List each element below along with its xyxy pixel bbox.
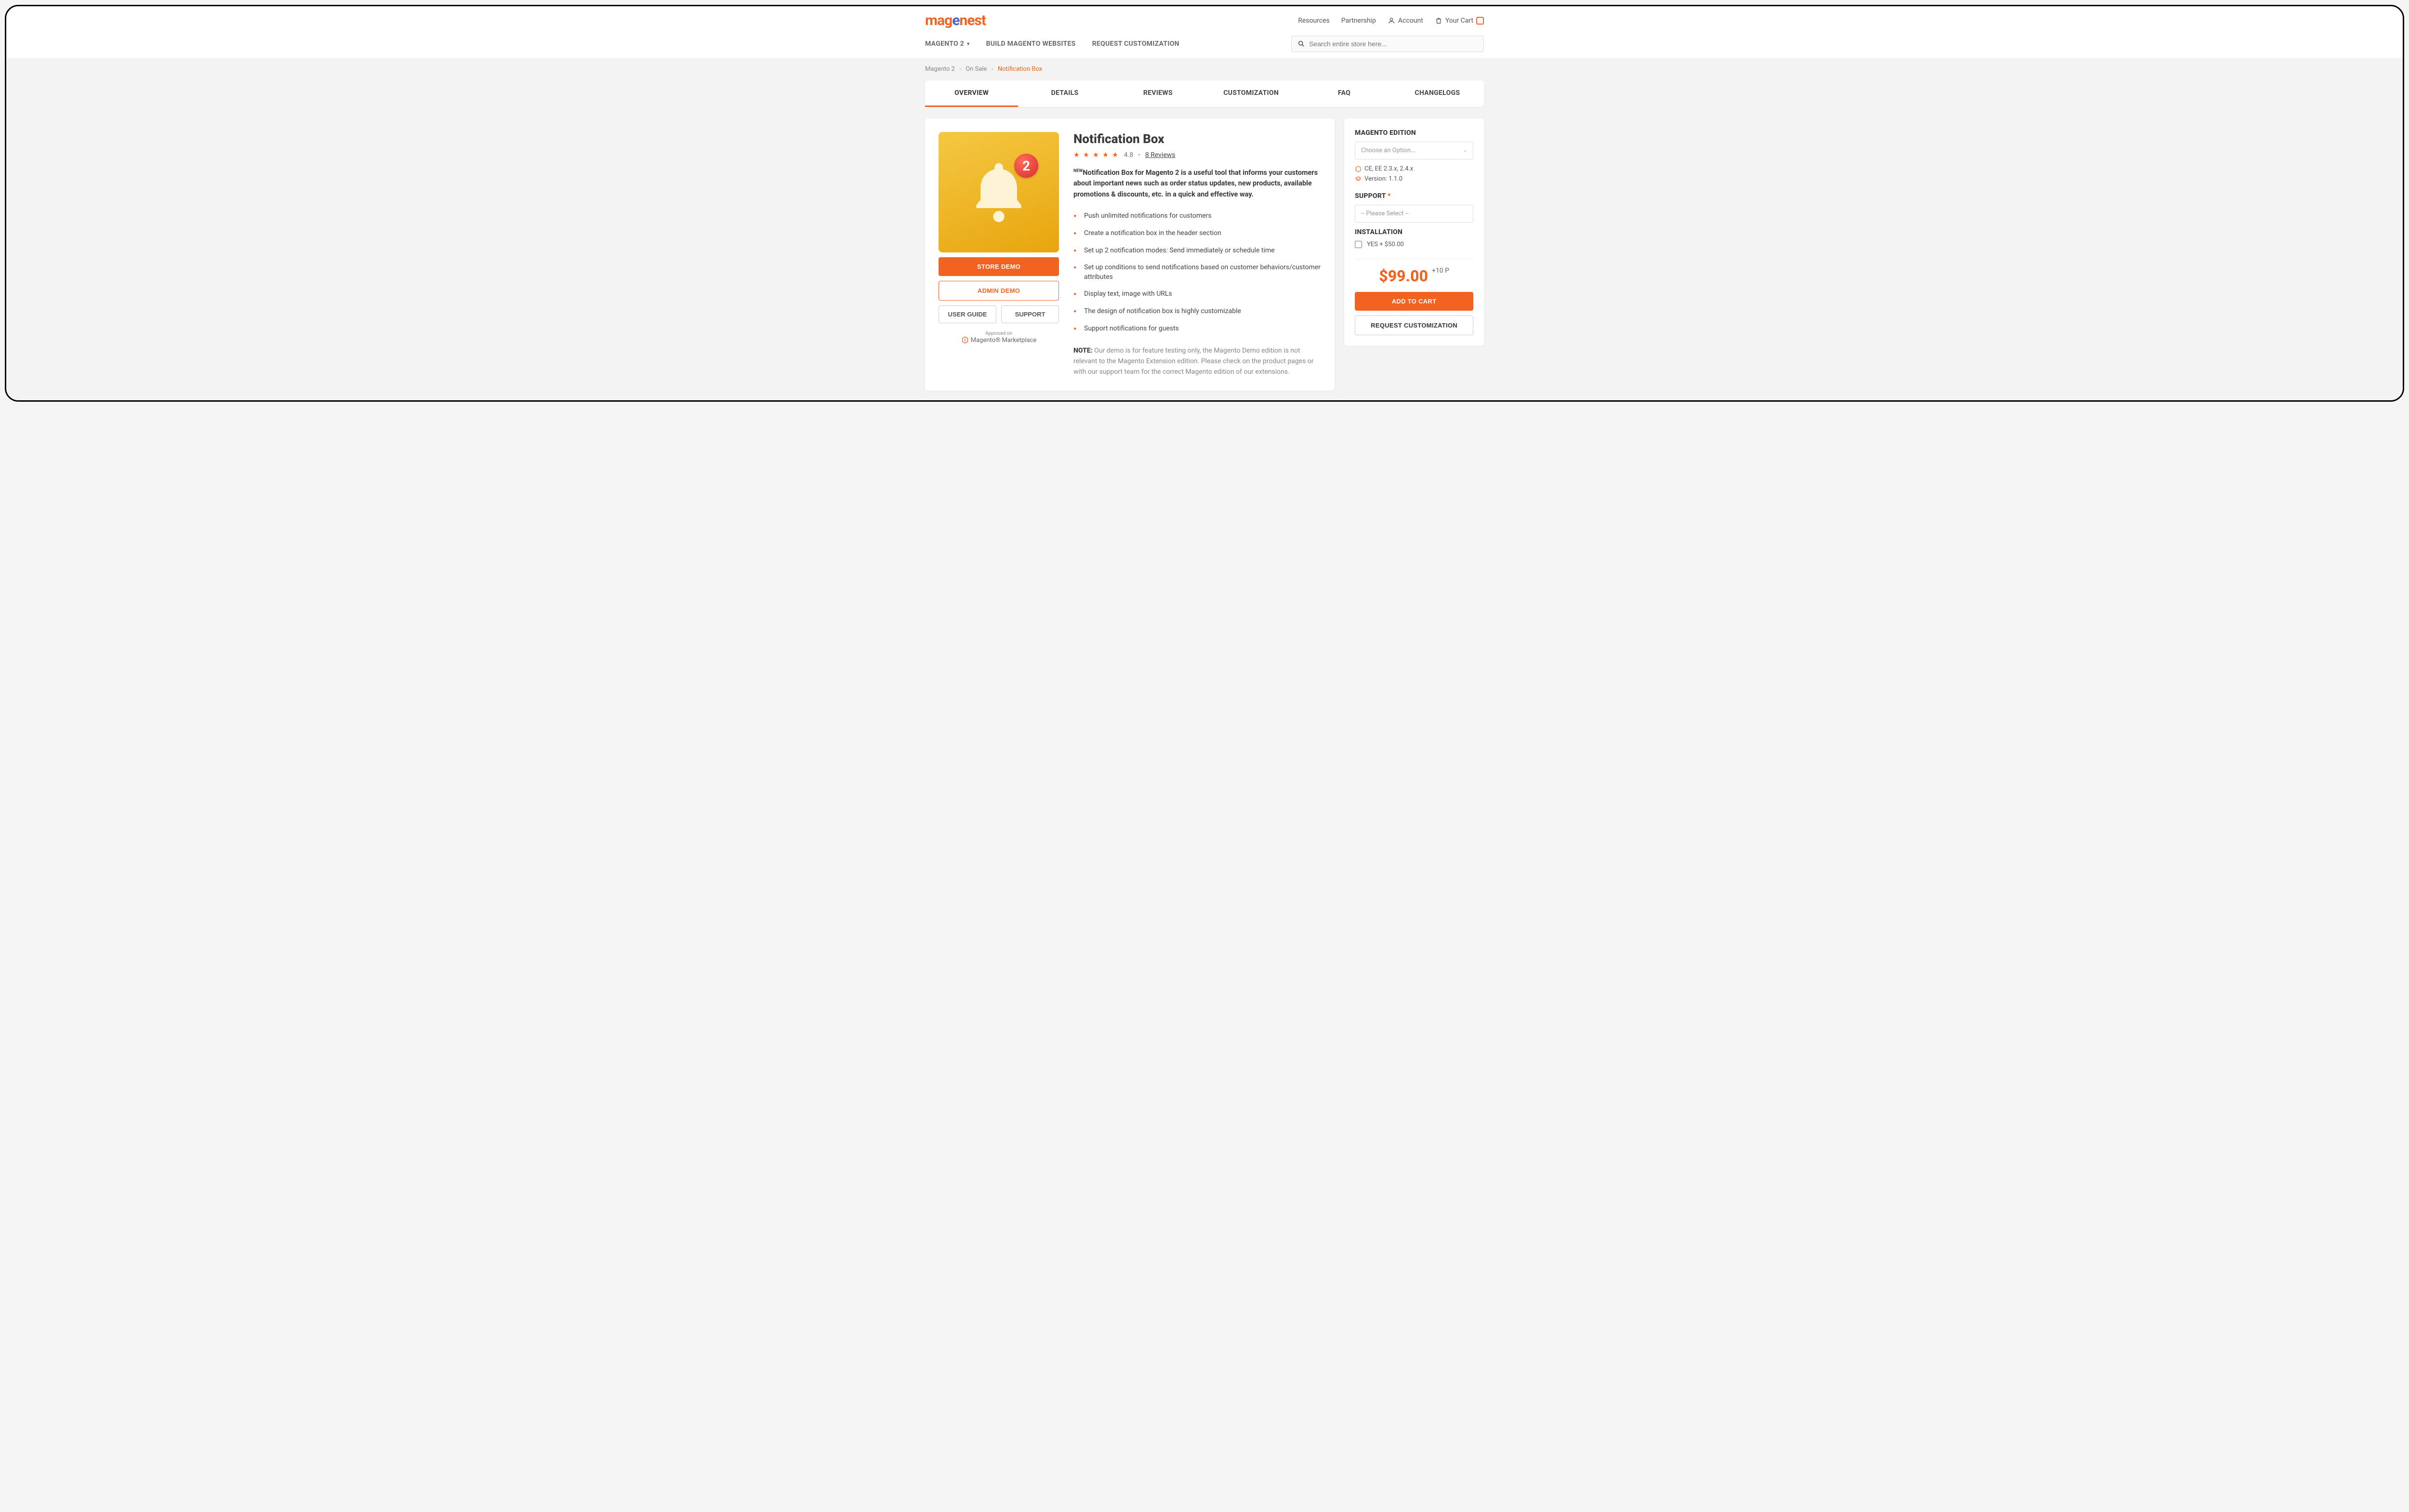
breadcrumbs: Magento 2 › On Sale › Notification Box — [925, 58, 1484, 80]
magento-small-icon — [1355, 166, 1362, 172]
product-title: Notification Box — [1073, 132, 1321, 146]
notification-badge: 2 — [1014, 154, 1038, 178]
feature-item: Support notifications for guests — [1073, 320, 1321, 338]
bag-icon — [1435, 17, 1443, 25]
installation-label: INSTALLATION — [1355, 228, 1473, 236]
feature-item: Set up conditions to send notifications … — [1073, 259, 1321, 286]
search-input[interactable] — [1309, 40, 1478, 48]
tab-details[interactable]: DETAILS — [1018, 80, 1111, 107]
resources-link[interactable]: Resources — [1298, 17, 1330, 25]
support-label: SUPPORT * — [1355, 192, 1473, 200]
note-text: NOTE: Our demo is for feature testing on… — [1073, 346, 1321, 377]
chevron-down-icon: ⌄ — [1463, 148, 1467, 153]
tab-reviews[interactable]: REVIEWS — [1112, 80, 1204, 107]
tabs-bar: OVERVIEW DETAILS REVIEWS CUSTOMIZATION F… — [925, 80, 1484, 107]
support-button[interactable]: SUPPORT — [1001, 305, 1059, 323]
admin-demo-button[interactable]: ADMIN DEMO — [939, 281, 1059, 301]
compat-line: CE, EE 2.3.x, 2.4.x — [1355, 165, 1473, 172]
purchase-sidebar: MAGENTO EDITION Choose an Option... ⌄ CE… — [1344, 118, 1484, 346]
main-card: 2 STORE DEMO ADMIN DEMO USER GUIDE SUPPO… — [925, 118, 1335, 391]
account-link[interactable]: Account — [1388, 17, 1423, 25]
reviews-link[interactable]: 8 Reviews — [1145, 151, 1176, 159]
search-box[interactable] — [1291, 36, 1484, 52]
chevron-down-icon: ▾ — [967, 41, 969, 47]
installation-checkbox-row[interactable]: YES + $50.00 — [1355, 241, 1473, 248]
user-guide-button[interactable]: USER GUIDE — [939, 305, 996, 323]
feature-item: Display text, image with URLs — [1073, 286, 1321, 303]
version-line: Version: 1.1.0 — [1355, 175, 1473, 183]
crumb-current: Notification Box — [998, 66, 1042, 73]
search-icon — [1297, 40, 1305, 48]
rating-row: ★ ★ ★ ★ ★ 4.8 • 8 Reviews — [1073, 151, 1321, 159]
feature-list: Push unlimited notifications for custome… — [1073, 208, 1321, 337]
feature-item: Push unlimited notifications for custome… — [1073, 208, 1321, 225]
stars-icon: ★ ★ ★ ★ ★ — [1073, 151, 1119, 159]
support-select[interactable]: -- Please Select -- — [1355, 205, 1473, 223]
edition-select[interactable]: Choose an Option... ⌄ — [1355, 142, 1473, 159]
add-to-cart-button[interactable]: ADD TO CART — [1355, 292, 1473, 311]
nav-request[interactable]: REQUEST CUSTOMIZATION — [1092, 40, 1179, 48]
crumb-onsale[interactable]: On Sale — [966, 66, 987, 73]
rating-value: 4.8 — [1124, 151, 1133, 159]
product-image: 2 — [939, 132, 1059, 252]
tab-changelogs[interactable]: CHANGELOGS — [1391, 80, 1484, 107]
product-description: NEWNotification Box for Magento 2 is a u… — [1073, 168, 1321, 200]
edition-label: MAGENTO EDITION — [1355, 129, 1473, 137]
partnership-link[interactable]: Partnership — [1341, 17, 1376, 25]
price: $99.00 — [1379, 267, 1428, 285]
crumb-magento2[interactable]: Magento 2 — [925, 66, 955, 73]
cart-link[interactable]: Your Cart — [1435, 17, 1484, 25]
installation-checkbox[interactable] — [1355, 241, 1362, 248]
store-demo-button[interactable]: STORE DEMO — [939, 257, 1059, 276]
magento-icon — [961, 336, 969, 344]
bell-icon: 2 — [965, 158, 1032, 227]
logo[interactable]: magenest — [925, 12, 986, 29]
tab-customization[interactable]: CUSTOMIZATION — [1204, 80, 1297, 107]
approved-badge: Approved on Magento® Marketplace — [939, 331, 1059, 346]
layers-icon — [1355, 176, 1362, 183]
request-customization-button[interactable]: REQUEST CUSTOMIZATION — [1355, 316, 1473, 335]
tab-faq[interactable]: FAQ — [1297, 80, 1390, 107]
tab-overview[interactable]: OVERVIEW — [925, 80, 1018, 107]
feature-item: Set up 2 notification modes: Send immedi… — [1073, 242, 1321, 260]
points: +10 P — [1432, 267, 1449, 275]
nav-build[interactable]: BUILD MAGENTO WEBSITES — [986, 40, 1075, 48]
nav-magento2[interactable]: MAGENTO 2 ▾ — [925, 40, 969, 48]
cart-badge — [1476, 17, 1484, 25]
feature-item: Create a notification box in the header … — [1073, 225, 1321, 242]
account-icon — [1388, 17, 1395, 25]
feature-item: The design of notification box is highly… — [1073, 303, 1321, 320]
